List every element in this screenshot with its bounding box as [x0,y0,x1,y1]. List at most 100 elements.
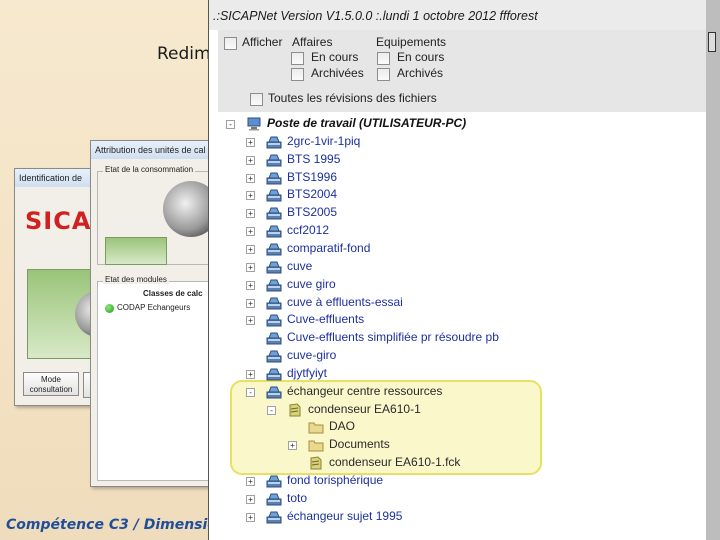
expand-icon[interactable]: + [246,477,255,486]
tree-item[interactable]: + BTS2004 [209,186,689,204]
tree-item-label: cuve giro [287,276,336,291]
expand-icon[interactable]: + [288,441,297,451]
equip-en-cours-checkbox[interactable] [377,52,390,65]
tree-item[interactable]: DAO [209,418,689,436]
tree-root[interactable]: - Poste de travail (UTILISATEUR-PC) [209,115,689,133]
tree-item-label: condenseur EA610-1.fck [329,455,461,470]
tree-item-label: cuve à effluents-essai [287,294,403,309]
affaires-en-cours-checkbox[interactable] [291,52,304,65]
expand-icon[interactable]: + [246,280,255,290]
document-icon [287,403,303,417]
project-icon [266,385,282,399]
tree-item[interactable]: + échangeur sujet 1995 [209,508,689,526]
project-icon [266,278,282,292]
tree-item[interactable]: + cuve [209,258,689,276]
tree-item[interactable]: + cuve à effluents-essai [209,294,689,312]
consumption-group-label: Etat de la consommation [103,165,196,174]
expand-icon[interactable]: + [246,316,255,326]
collapse-icon[interactable]: - [226,120,235,129]
afficher-checkbox[interactable] [224,37,237,50]
expand-icon[interactable]: + [246,244,255,254]
project-icon [266,349,282,363]
all-revisions-label: Toutes les révisions des fichiers [268,91,437,105]
tree-item[interactable]: - condenseur EA610-1 [209,401,689,419]
expand-icon[interactable]: + [246,512,255,522]
mode-consultation-button[interactable]: Mode consultation [23,372,79,396]
tree-item[interactable]: + djytfyiyt [209,365,689,383]
project-icon [266,171,282,185]
expand-icon[interactable]: + [246,191,255,201]
expand-icon[interactable]: + [246,227,255,237]
equip-archives-checkbox[interactable] [377,68,390,81]
tree-item[interactable]: + fond torisphérique [209,472,689,490]
project-icon [266,206,282,220]
project-icon [266,188,282,202]
collapse-icon[interactable]: - [267,405,276,415]
tree-item[interactable]: cuve-giro [209,347,689,365]
module-item-label[interactable]: CODAP Echangeurs [117,303,190,312]
tree-item[interactable]: + Documents [209,436,689,454]
expand-icon[interactable]: + [246,494,255,504]
tree-item[interactable]: - échangeur centre ressources [209,383,689,401]
tree-item[interactable]: + Cuve-effluents [209,311,689,329]
tree-item[interactable]: + BTS2005 [209,204,689,222]
expand-icon[interactable]: + [246,209,255,219]
tree-item[interactable]: + ccf2012 [209,222,689,240]
tree-item[interactable]: Cuve-effluents simplifiée pr résoudre pb [209,329,689,347]
modules-group-label: Etat des modules [103,275,169,284]
project-icon [266,313,282,327]
expand-icon[interactable]: + [246,298,255,308]
module-thumbnail [105,237,167,265]
tree-item-label: condenseur EA610-1 [308,401,421,416]
folder-icon [308,438,324,452]
tree-item[interactable]: + BTS 1995 [209,151,689,169]
project-icon [266,510,282,524]
tree-item[interactable]: + comparatif-fond [209,240,689,258]
tree-item-label: BTS1996 [287,169,338,184]
project-icon [266,367,282,381]
attribution-window: Attribution des unités de cal Etat de la… [90,140,219,487]
expand-icon[interactable]: + [246,137,255,147]
equip-archives-label: Archivés [397,66,444,80]
tree-item[interactable]: + toto [209,490,689,508]
collapse-icon[interactable]: - [246,387,255,397]
strip-handle-icon[interactable] [708,32,716,52]
filter-panel: Afficher Affaires Equipements En cours A… [218,30,706,112]
tree-item-label: ccf2012 [287,223,330,238]
project-icon [266,296,282,310]
project-icon [266,153,282,167]
tree-item-label: comparatif-fond [287,240,371,255]
all-revisions-checkbox[interactable] [250,93,263,106]
right-scroll-strip[interactable] [706,0,720,540]
slide-title: Redim [157,44,211,64]
project-icon [266,260,282,274]
affaires-archivees-checkbox[interactable] [291,68,304,81]
expand-icon[interactable]: + [246,173,255,183]
tree-item-label: Cuve-effluents simplifiée pr résoudre pb [287,330,499,345]
project-icon [266,135,282,149]
tree-item-label: BTS 1995 [287,151,341,166]
tree-item-label: échangeur sujet 1995 [287,508,403,523]
afficher-label: Afficher [242,35,283,49]
tree-item-label: cuve [287,258,313,273]
expand-icon[interactable]: + [246,155,255,165]
expand-icon[interactable]: + [246,369,255,379]
sicapnet-window: .:SICAPNet Version V1.5.0.0 :.lundi 1 oc… [208,0,720,540]
tree-item[interactable]: condenseur EA610-1.fck [209,454,689,472]
tree-item[interactable]: + cuve giro [209,276,689,294]
tree-item[interactable]: +2grc-1vir-1piq [209,133,689,151]
classes-label: Classes de calc [143,289,203,298]
affaires-en-cours-label: En cours [311,50,359,64]
module-status-icon [105,304,114,313]
expand-icon[interactable]: + [246,262,255,272]
tree-item[interactable]: + BTS1996 [209,169,689,187]
attribution-window-title: Attribution des unités de cal [91,141,213,159]
project-icon [266,242,282,256]
tree-item-label: Poste de travail (UTILISATEUR-PC) [267,116,467,130]
tree-item-label: BTS2004 [287,187,338,202]
project-icon [266,474,282,488]
equip-en-cours-label: En cours [397,50,445,64]
project-icon [266,331,282,345]
tree-item-label: BTS2005 [287,205,338,220]
folder-icon [308,420,324,434]
